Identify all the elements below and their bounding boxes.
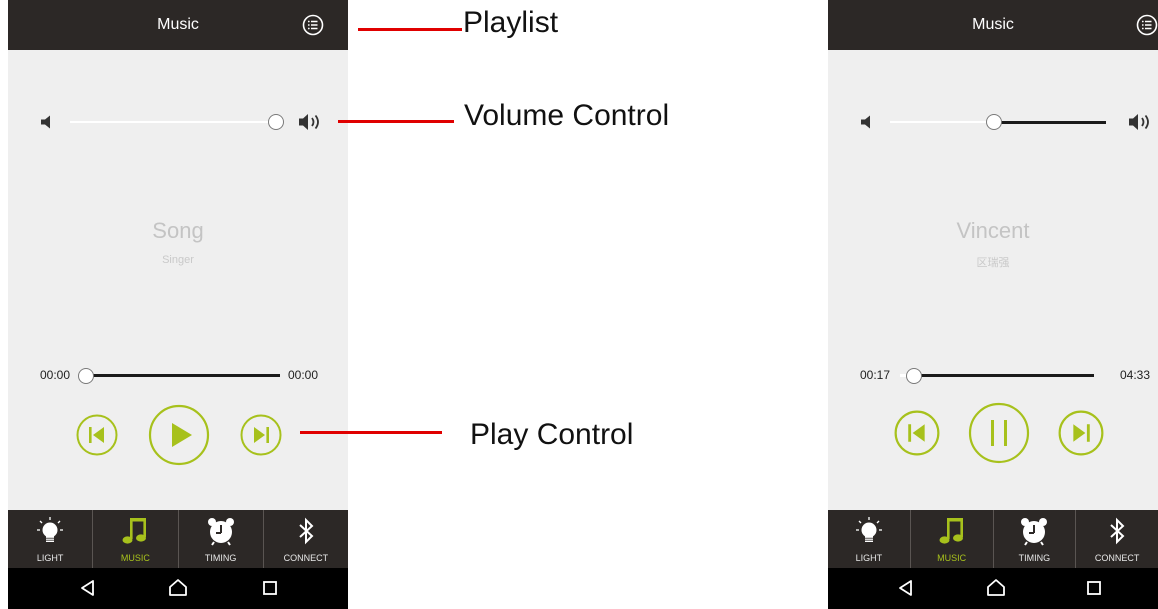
title-bar: Music (8, 0, 348, 50)
play-controls (8, 404, 348, 466)
volume-low-icon (861, 115, 870, 129)
volume-control[interactable] (828, 108, 1158, 136)
tab-label: TIMING (1018, 553, 1051, 563)
volume-slider-thumb[interactable] (985, 114, 1002, 130)
recents-icon[interactable] (1084, 578, 1104, 598)
previous-track-button[interactable] (894, 410, 940, 456)
total-time: 04:33 (1119, 368, 1150, 382)
next-track-button[interactable] (1058, 410, 1104, 456)
bluetooth-icon (299, 517, 314, 545)
playlist-icon[interactable] (302, 14, 324, 36)
tab-timing[interactable]: TIMING (179, 510, 264, 568)
volume-slider-thumb[interactable] (268, 114, 284, 130)
tab-light[interactable]: LIGHT (828, 510, 911, 568)
volume-high-icon (1129, 114, 1149, 130)
bottom-tab-bar: LIGHT MUSIC TIMING CONNECT (8, 510, 348, 568)
system-nav-bar (8, 568, 348, 609)
system-nav-bar (828, 568, 1158, 609)
screen-title: Music (972, 16, 1014, 33)
tab-timing[interactable]: TIMING (994, 510, 1077, 568)
phone-screen-left: Music Song Singer 00:00 00:00 LIGHT MUSI… (8, 0, 348, 609)
tab-light[interactable]: LIGHT (8, 510, 94, 568)
tab-label: LIGHT (855, 553, 883, 563)
bluetooth-icon (1110, 517, 1125, 545)
progress-control[interactable]: 00:17 04:33 (828, 366, 1158, 384)
recents-icon[interactable] (260, 578, 280, 598)
alarm-clock-icon (1021, 518, 1048, 546)
pause-button[interactable] (968, 402, 1030, 464)
tab-music[interactable]: MUSIC (911, 510, 994, 568)
tab-label: CONNECT (1094, 553, 1140, 563)
volume-slider-fill (890, 121, 994, 123)
playlist-icon[interactable] (1136, 14, 1158, 36)
playlist-callout-line (358, 28, 462, 31)
home-icon[interactable] (986, 578, 1006, 598)
progress-slider[interactable] (78, 367, 280, 384)
volume-slider-remaining (993, 120, 1106, 124)
tab-connect[interactable]: CONNECT (264, 510, 348, 568)
singer-name: 区瑞强 (976, 257, 1010, 269)
total-time: 00:00 (287, 368, 318, 382)
play-callout-label: Play Control (470, 418, 634, 451)
volume-callout-label: Volume Control (464, 99, 670, 132)
tab-music[interactable]: MUSIC (93, 510, 179, 568)
alarm-clock-icon (207, 518, 234, 546)
bottom-tab-bar: LIGHT MUSIC TIMING CONNECT (828, 510, 1158, 568)
next-track-button[interactable] (240, 414, 282, 456)
progress-slider-thumb[interactable] (78, 367, 94, 384)
screen-title: Music (157, 16, 199, 33)
play-controls (828, 402, 1158, 466)
playlist-callout-label: Playlist (463, 6, 559, 39)
volume-slider[interactable] (70, 114, 284, 130)
tab-connect[interactable]: CONNECT (1076, 510, 1158, 568)
singer-name: Singer (162, 254, 194, 266)
progress-slider[interactable] (900, 367, 1094, 384)
tab-label: MUSIC (120, 553, 150, 563)
music-note-icon (939, 518, 963, 544)
previous-track-button[interactable] (76, 414, 118, 456)
progress-slider-thumb[interactable] (905, 367, 922, 384)
music-note-icon (122, 518, 147, 544)
play-button[interactable] (148, 404, 210, 466)
song-title: Vincent (956, 218, 1030, 243)
back-icon[interactable] (896, 578, 916, 598)
back-icon[interactable] (78, 578, 98, 598)
play-callout-line (300, 431, 442, 434)
volume-callout-line (338, 120, 454, 123)
volume-high-icon (299, 114, 319, 130)
tab-label: TIMING (204, 553, 237, 563)
tab-label: MUSIC (937, 553, 967, 563)
tab-label: LIGHT (36, 553, 64, 563)
volume-low-icon (41, 115, 50, 129)
current-time: 00:00 (40, 368, 71, 382)
tab-label: CONNECT (283, 553, 329, 563)
light-bulb-icon (37, 517, 64, 542)
volume-slider[interactable] (890, 114, 1106, 130)
song-title: Song (152, 218, 204, 243)
light-bulb-icon (855, 517, 882, 542)
volume-control[interactable] (8, 108, 348, 136)
volume-slider-fill (70, 121, 276, 123)
progress-control[interactable]: 00:00 00:00 (8, 366, 348, 384)
title-bar: Music (828, 0, 1158, 50)
home-icon[interactable] (168, 578, 188, 598)
phone-screen-right: Music Vincent 区瑞强 00:17 04:33 LIGHT MUSI… (828, 0, 1158, 609)
current-time: 00:17 (860, 368, 891, 382)
